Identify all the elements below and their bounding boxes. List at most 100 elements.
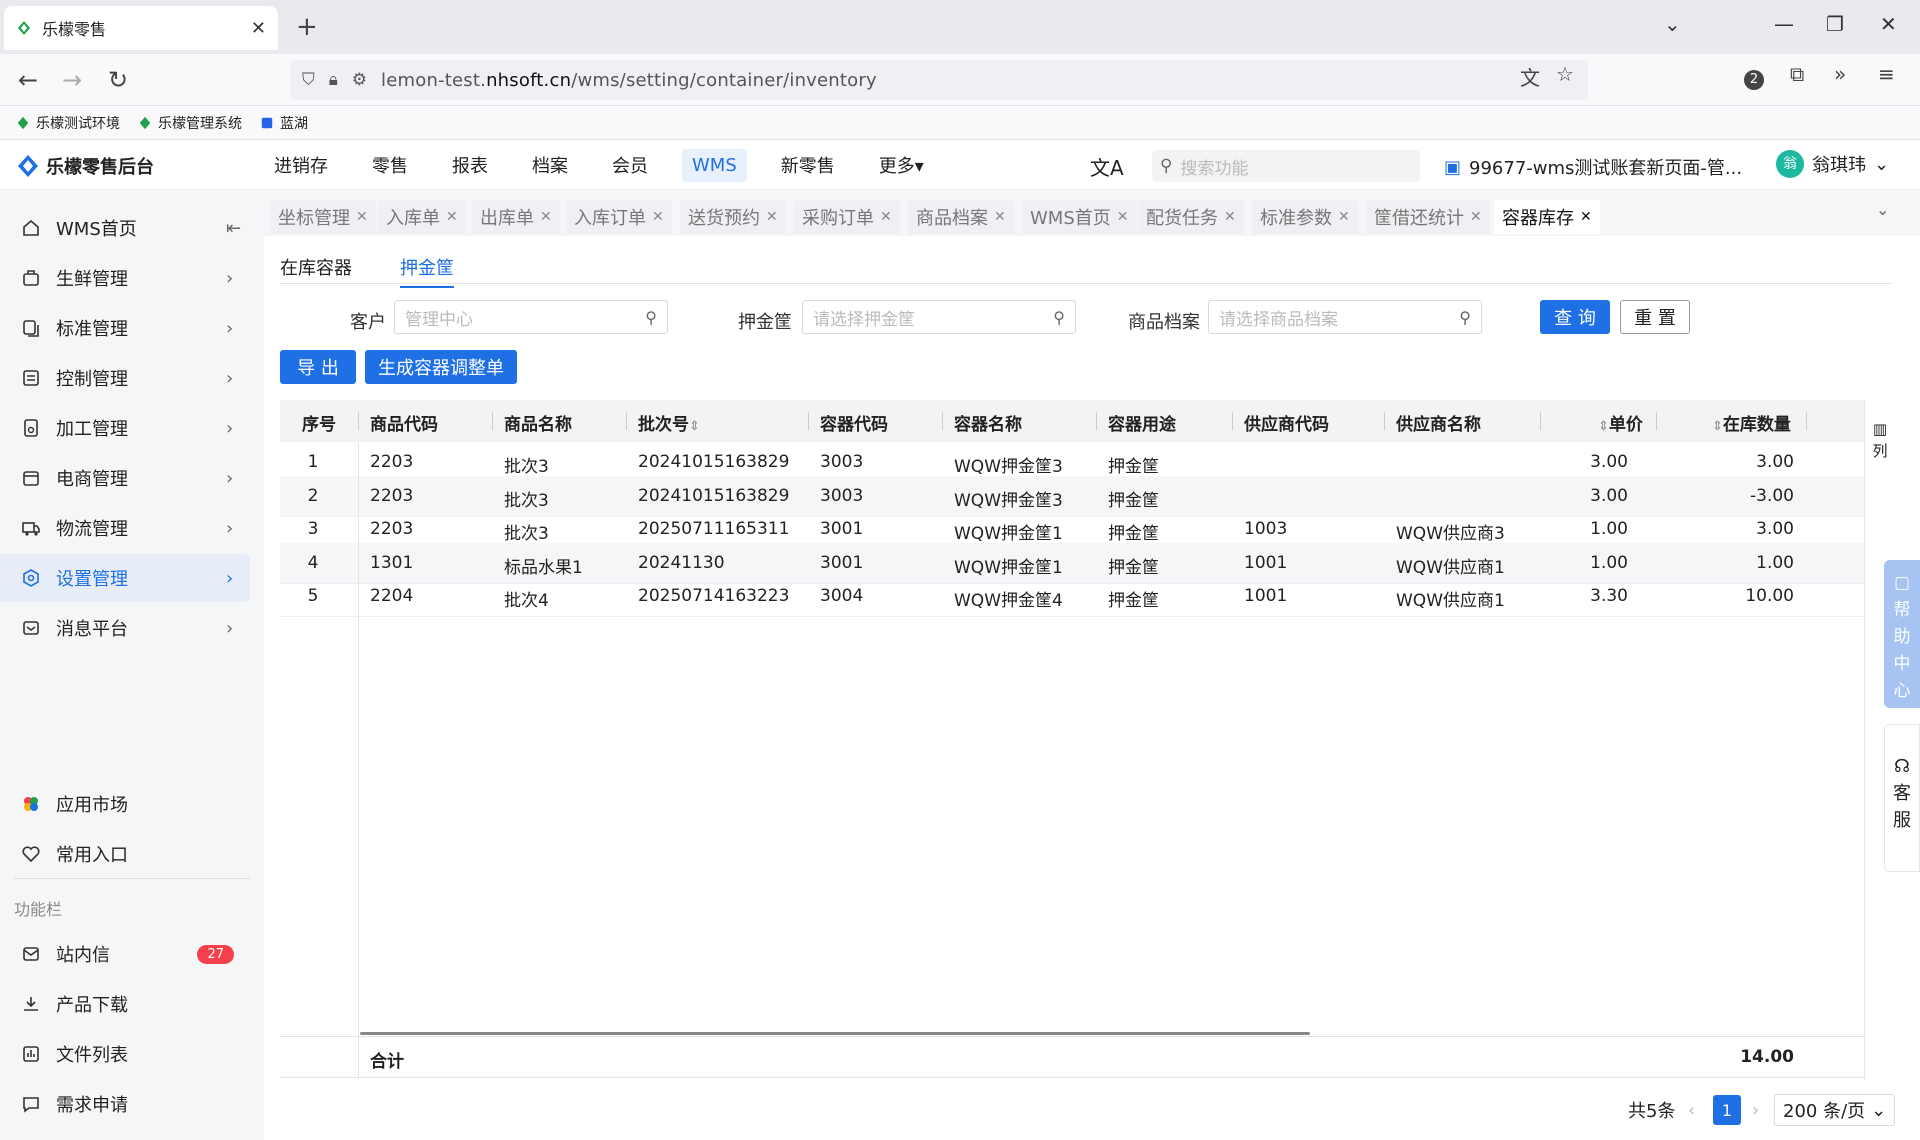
- page-tab[interactable]: 坐标管理 ✕: [270, 200, 376, 234]
- subtab-in-stock[interactable]: 在库容器: [280, 254, 352, 286]
- menu-item[interactable]: 报表: [430, 152, 510, 178]
- page-tab[interactable]: 采购订单 ✕: [794, 200, 900, 234]
- account-selector[interactable]: ▣ 99677-wms测试账套新页面-管...: [1444, 154, 1742, 180]
- sidebar-item-ecommerce[interactable]: 电商管理 ›: [0, 454, 250, 502]
- overflow-icon[interactable]: »: [1834, 62, 1846, 86]
- table-row[interactable]: 5 2204 批次4 20250714163223 3004 WQW押金筐4 押金筐 1001…: [280, 576, 1864, 618]
- bookmark-star-icon[interactable]: ☆: [1556, 62, 1574, 86]
- sidebar-item-favorites[interactable]: 常用入口: [0, 830, 250, 878]
- browser-tab[interactable]: 乐檬零售 ✕: [4, 6, 278, 50]
- col-separator[interactable]: [358, 412, 359, 430]
- col-separator[interactable]: [942, 412, 943, 430]
- sidebar-item-processing[interactable]: 加工管理 ›: [0, 404, 250, 452]
- help-center-button[interactable]: ▢ 帮助中心: [1884, 560, 1920, 708]
- close-icon[interactable]: ✕: [1580, 209, 1592, 225]
- bookmark-item[interactable]: 乐檬测试环境: [16, 113, 120, 133]
- col-separator[interactable]: [808, 412, 809, 430]
- menu-item[interactable]: 零售: [350, 152, 430, 178]
- close-icon[interactable]: ✕: [994, 209, 1006, 225]
- close-icon[interactable]: ✕: [1224, 209, 1236, 225]
- menu-icon[interactable]: ≡: [1878, 62, 1895, 86]
- sidebar-item-wms-home[interactable]: WMS首页 ⇤: [0, 204, 250, 252]
- page-tab[interactable]: 商品档案 ✕: [908, 200, 1014, 234]
- customer-input[interactable]: 管理中心 ⚲: [394, 300, 668, 334]
- close-icon[interactable]: ✕: [652, 209, 664, 225]
- col-header-sortable[interactable]: ⇕在库数量: [1712, 410, 1791, 435]
- close-icon[interactable]: ✕: [1338, 209, 1350, 225]
- collapse-sidebar-icon[interactable]: ⇤: [226, 218, 250, 239]
- translate-icon[interactable]: 文: [1520, 62, 1540, 91]
- page-tab[interactable]: WMS首页 ✕: [1022, 200, 1137, 234]
- close-tab-icon[interactable]: ✕: [251, 18, 266, 39]
- page-tab[interactable]: 标准参数 ✕: [1252, 200, 1358, 234]
- close-icon[interactable]: ✕: [1470, 209, 1482, 225]
- page-tab[interactable]: 送货预约 ✕: [680, 200, 786, 234]
- sidebar-item-inbox[interactable]: 站内信 27: [0, 930, 250, 978]
- menu-item[interactable]: 新零售: [759, 152, 857, 178]
- col-separator[interactable]: [1656, 412, 1657, 430]
- sidebar-item-standard[interactable]: 标准管理 ›: [0, 304, 250, 352]
- close-icon[interactable]: ✕: [880, 209, 892, 225]
- page-tab[interactable]: 配货任务 ✕: [1138, 200, 1244, 234]
- forward-icon[interactable]: →: [62, 66, 82, 94]
- menu-item[interactable]: 进销存: [252, 152, 350, 178]
- next-page-icon[interactable]: ›: [1752, 1094, 1759, 1126]
- col-separator[interactable]: [1096, 412, 1097, 430]
- page-tab[interactable]: 筐借还统计 ✕: [1366, 200, 1490, 234]
- close-icon[interactable]: ✕: [540, 209, 552, 225]
- generate-adjustment-button[interactable]: 生成容器调整单: [365, 350, 517, 384]
- col-header-sortable[interactable]: 批次号⇕: [638, 410, 700, 435]
- product-input[interactable]: 请选择商品档案 ⚲: [1208, 300, 1482, 334]
- close-window-icon[interactable]: ✕: [1880, 12, 1897, 36]
- page-tab[interactable]: 出库单 ✕: [472, 200, 560, 234]
- customer-service-button[interactable]: ☊ 客服: [1884, 724, 1920, 872]
- menu-item-wms[interactable]: WMS: [682, 148, 747, 182]
- search-icon[interactable]: ⚲: [1053, 308, 1065, 327]
- col-header-sortable[interactable]: ⇕单价: [1598, 410, 1643, 435]
- search-icon[interactable]: ⚲: [1459, 308, 1471, 327]
- sidebar-item-settings[interactable]: 设置管理 ›: [0, 554, 250, 602]
- sort-icon[interactable]: ⇕: [1598, 419, 1609, 434]
- sort-icon[interactable]: ⇕: [1712, 419, 1723, 434]
- query-button[interactable]: 查 询: [1540, 300, 1610, 334]
- new-tab-icon[interactable]: +: [296, 12, 318, 42]
- function-search-input[interactable]: ⚲ 搜索功能: [1152, 150, 1420, 182]
- tabs-dropdown-icon[interactable]: ⌄: [1876, 200, 1889, 219]
- user-menu[interactable]: 翁 翁琪玮 ⌄: [1776, 150, 1889, 178]
- extension-badge[interactable]: 2: [1744, 70, 1764, 90]
- close-icon[interactable]: ✕: [356, 209, 368, 225]
- col-separator[interactable]: [1232, 412, 1233, 430]
- brand[interactable]: 乐檬零售后台: [18, 153, 154, 179]
- sort-icon[interactable]: ⇕: [689, 419, 700, 434]
- reset-button[interactable]: 重 置: [1620, 300, 1690, 334]
- language-icon[interactable]: 文A: [1090, 152, 1124, 181]
- close-icon[interactable]: ✕: [1117, 209, 1129, 225]
- tab-list-icon[interactable]: ⌄: [1664, 12, 1681, 36]
- bookmark-item[interactable]: 蓝湖: [260, 113, 308, 133]
- reload-icon[interactable]: ↻: [108, 66, 128, 94]
- col-separator[interactable]: [1540, 412, 1541, 430]
- restore-icon[interactable]: ❐: [1826, 12, 1844, 36]
- menu-item-more[interactable]: 更多▾: [857, 152, 946, 178]
- col-separator[interactable]: [1806, 412, 1807, 430]
- col-separator[interactable]: [1384, 412, 1385, 430]
- sidebar-item-messages[interactable]: 消息平台 ›: [0, 604, 250, 652]
- bookmark-item[interactable]: 乐檬管理系统: [138, 113, 242, 133]
- basket-input[interactable]: 请选择押金筐 ⚲: [802, 300, 1076, 334]
- close-icon[interactable]: ✕: [766, 209, 778, 225]
- col-separator[interactable]: [626, 412, 627, 430]
- sidebar-item-logistics[interactable]: 物流管理 ›: [0, 504, 250, 552]
- sidebar-item-download[interactable]: 产品下载: [0, 980, 250, 1028]
- back-icon[interactable]: ←: [18, 66, 38, 94]
- page-1-button[interactable]: 1: [1713, 1094, 1741, 1126]
- minimize-icon[interactable]: —: [1774, 12, 1794, 36]
- sidebar-item-app-market[interactable]: 应用市场: [0, 780, 250, 828]
- menu-item[interactable]: 档案: [510, 152, 590, 178]
- page-tab-active[interactable]: 容器库存 ✕: [1494, 200, 1600, 234]
- page-size-select[interactable]: 200 条/页 ⌄: [1774, 1094, 1896, 1126]
- url-bar[interactable]: ⛉ 🔒︎ ⚙ lemon-test.nhsoft.cn/wms/setting/…: [290, 60, 1588, 100]
- close-icon[interactable]: ✕: [446, 209, 458, 225]
- horizontal-scrollbar[interactable]: [360, 1032, 1310, 1035]
- page-tab[interactable]: 入库单 ✕: [378, 200, 466, 234]
- sidebar-item-files[interactable]: 文件列表: [0, 1030, 250, 1078]
